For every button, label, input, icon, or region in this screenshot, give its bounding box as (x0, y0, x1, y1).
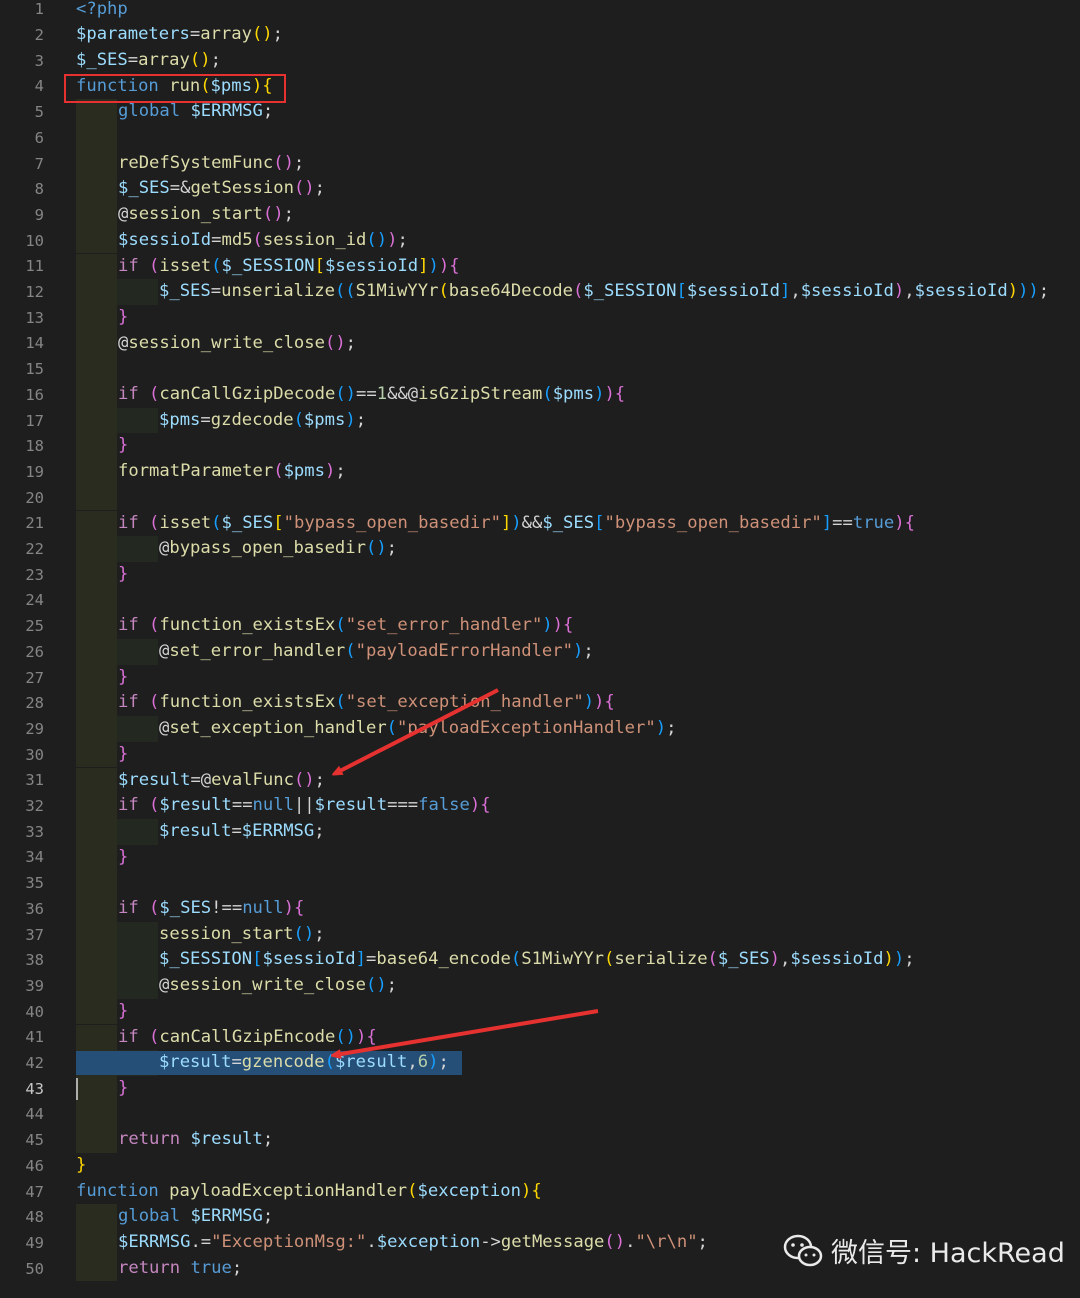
wechat-icon (783, 1234, 823, 1266)
arrow-gzencode (335, 1009, 599, 1055)
annotation-arrows (0, 688, 599, 1298)
watermark-text: 微信号: HackRead (831, 1238, 1065, 1269)
watermark: 微信号: HackRead (783, 1231, 1065, 1270)
arrow-evalfunc (336, 688, 499, 773)
